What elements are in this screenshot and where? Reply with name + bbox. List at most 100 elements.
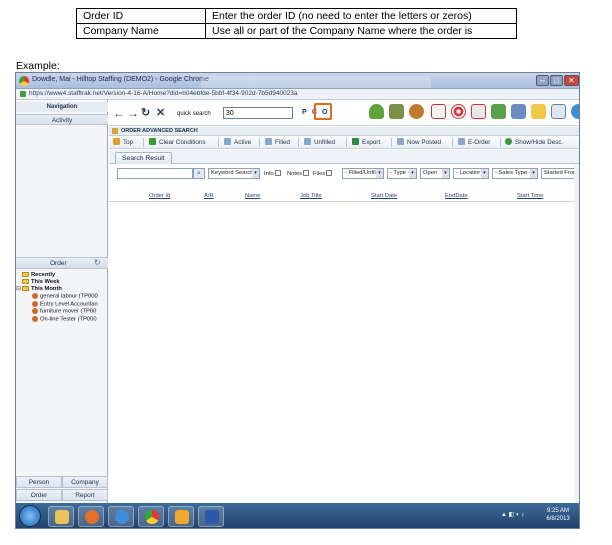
stop-icon[interactable]: ✕ — [156, 106, 165, 119]
location-select[interactable]: - Locatior ▾ — [453, 168, 489, 179]
taskbar-chrome[interactable] — [138, 506, 164, 527]
unfilled-button[interactable]: Unfilled — [304, 138, 335, 146]
list-item[interactable]: Entry Level Accountan — [22, 300, 98, 309]
address-bar[interactable]: https://www4.stafftrak.net/Version-4-16-… — [16, 89, 579, 100]
content-scrollbar[interactable] — [574, 165, 579, 503]
list-item[interactable]: furniture mover (TP00 — [22, 308, 98, 316]
ie-icon — [115, 510, 129, 524]
mail-icon[interactable] — [551, 104, 566, 119]
checkbox-checked[interactable] — [274, 170, 281, 176]
lock-icon — [20, 91, 26, 97]
notes-icon[interactable] — [511, 104, 526, 119]
table-row: Order ID Enter the order ID (no need to … — [76, 8, 517, 24]
clear-conditions-button[interactable]: Clear Conditions — [149, 138, 206, 146]
top-button[interactable]: Top — [113, 138, 133, 146]
minimize-button[interactable]: – — [536, 75, 549, 86]
search-icon — [304, 138, 311, 145]
target-icon[interactable] — [451, 104, 466, 119]
list-item[interactable]: On-line Tester (TP000 — [22, 315, 98, 324]
chrome-icon — [145, 510, 159, 524]
reload-icon[interactable]: ↻ — [141, 106, 150, 119]
column-header-name[interactable]: Name — [245, 193, 260, 199]
order-icon — [32, 308, 38, 315]
refresh-icon[interactable]: ↻ — [94, 258, 101, 267]
pencil-icon[interactable] — [531, 104, 546, 119]
help-icon[interactable] — [571, 104, 579, 119]
maximize-button[interactable]: □ — [550, 75, 563, 86]
company-icon[interactable] — [389, 104, 404, 119]
quick-search-input[interactable] — [223, 107, 293, 119]
media-player-icon — [85, 510, 99, 524]
results-column-headers: Order Id A/R Name Job Title Start Date E… — [109, 191, 579, 202]
open-select[interactable]: Open ▾ — [420, 168, 450, 179]
excel-icon — [352, 138, 359, 145]
export-button[interactable]: Export — [352, 138, 380, 146]
money-icon[interactable] — [491, 104, 506, 119]
taskbar-word[interactable] — [198, 506, 224, 527]
filled-unfilled-select[interactable]: - Filled/Unfille ▾ — [342, 168, 384, 179]
chevron-down-icon: ▾ — [530, 169, 537, 178]
list-item[interactable]: general labour (TP000 — [22, 293, 98, 301]
files-checkbox[interactable]: Files — [313, 170, 333, 177]
e-order-button[interactable]: E-Order — [458, 138, 490, 146]
person-icon[interactable] — [369, 104, 384, 119]
notes-checkbox[interactable]: Notes — [287, 170, 310, 177]
taskbar-explorer[interactable] — [48, 506, 74, 527]
keyword-input[interactable] — [117, 168, 193, 179]
activity-button[interactable]: Activity — [16, 114, 108, 125]
table-row: Company Name Use all or part of the Comp… — [76, 23, 517, 39]
field-desc-cell: Use all or part of the Company Name wher… — [205, 23, 517, 39]
back-arrow-icon[interactable]: ← — [113, 106, 125, 120]
tree-item-this-week[interactable]: This Week — [22, 279, 98, 286]
search-icon[interactable]: ⌕ — [193, 168, 205, 179]
keyword-search-select[interactable]: Keyword Search ▾ — [208, 168, 260, 179]
start-button[interactable] — [19, 505, 41, 527]
divider — [218, 138, 219, 147]
taskbar-media-player[interactable] — [78, 506, 104, 527]
tab-search-result[interactable]: Search Result — [115, 152, 172, 164]
document-icon[interactable] — [431, 104, 446, 119]
chevron-down-icon: ▾ — [409, 169, 416, 178]
tree-item-this-month[interactable]: ⊟ This Month — [16, 286, 98, 293]
refresh-icon — [149, 138, 156, 145]
sales-type-select[interactable]: - Sales Type - ▾ — [492, 168, 538, 179]
column-header-order-id[interactable]: Order Id — [149, 193, 170, 199]
collapse-icon[interactable]: ⊟ — [16, 286, 21, 293]
info-checkbox[interactable]: Info — [264, 170, 282, 177]
taskbar-outlook[interactable] — [168, 506, 194, 527]
url-text[interactable]: https://www4.stafftrak.net/Version-4-16-… — [29, 90, 298, 97]
checkbox[interactable] — [303, 170, 310, 176]
forward-arrow-icon[interactable]: → — [127, 106, 139, 120]
person-module-button[interactable]: Person — [16, 476, 62, 488]
company-module-button[interactable]: Company — [62, 476, 108, 488]
column-header-ar[interactable]: A/R — [204, 193, 214, 199]
close-button[interactable]: ✕ — [564, 75, 579, 86]
window-title-bar: Dowdle, Mai - Hilltop Staffing (DEMO2) -… — [16, 73, 579, 89]
chevron-down-icon: ▾ — [442, 169, 449, 178]
arrow-up-icon — [113, 138, 120, 145]
plus-icon — [505, 138, 512, 145]
people-icon[interactable] — [409, 104, 424, 119]
taskbar-ie[interactable] — [108, 506, 134, 527]
column-header-job-title[interactable]: Job Title — [300, 193, 322, 199]
quick-search-person-option[interactable]: P — [302, 109, 307, 116]
column-header-start-date[interactable]: Start Date — [371, 193, 397, 199]
chevron-down-icon: ▾ — [481, 169, 488, 178]
type-select[interactable]: - Type - ▾ — [387, 168, 417, 179]
taskbar-clock[interactable]: 9:25 AM 6/8/2013 — [541, 507, 575, 523]
order-tree: Recently This Week ⊟ This Month general l… — [16, 272, 98, 324]
now-posted-button[interactable]: Now Posted — [397, 138, 441, 146]
order-module-button[interactable]: Order — [16, 489, 62, 501]
taskbar: ▲ ◧ ◐ ♪ 9:25 AM 6/8/2013 — [16, 503, 579, 528]
show-hide-desc-button[interactable]: Show/Hide Desc. — [505, 138, 563, 146]
checklist-icon[interactable] — [471, 104, 486, 119]
filled-button[interactable]: Filled — [265, 138, 290, 146]
system-tray[interactable]: ▲ ◧ ◐ ♪ — [501, 511, 524, 518]
report-module-button[interactable]: Report — [62, 489, 108, 501]
column-header-start-time[interactable]: Start Time — [517, 193, 543, 199]
checkbox[interactable] — [326, 170, 333, 176]
tree-item-recently[interactable]: Recently — [22, 272, 98, 279]
column-header-end-date[interactable]: EndDate — [445, 193, 468, 199]
active-button[interactable]: Active — [224, 138, 251, 146]
quick-search-order-option[interactable]: O — [322, 109, 327, 116]
